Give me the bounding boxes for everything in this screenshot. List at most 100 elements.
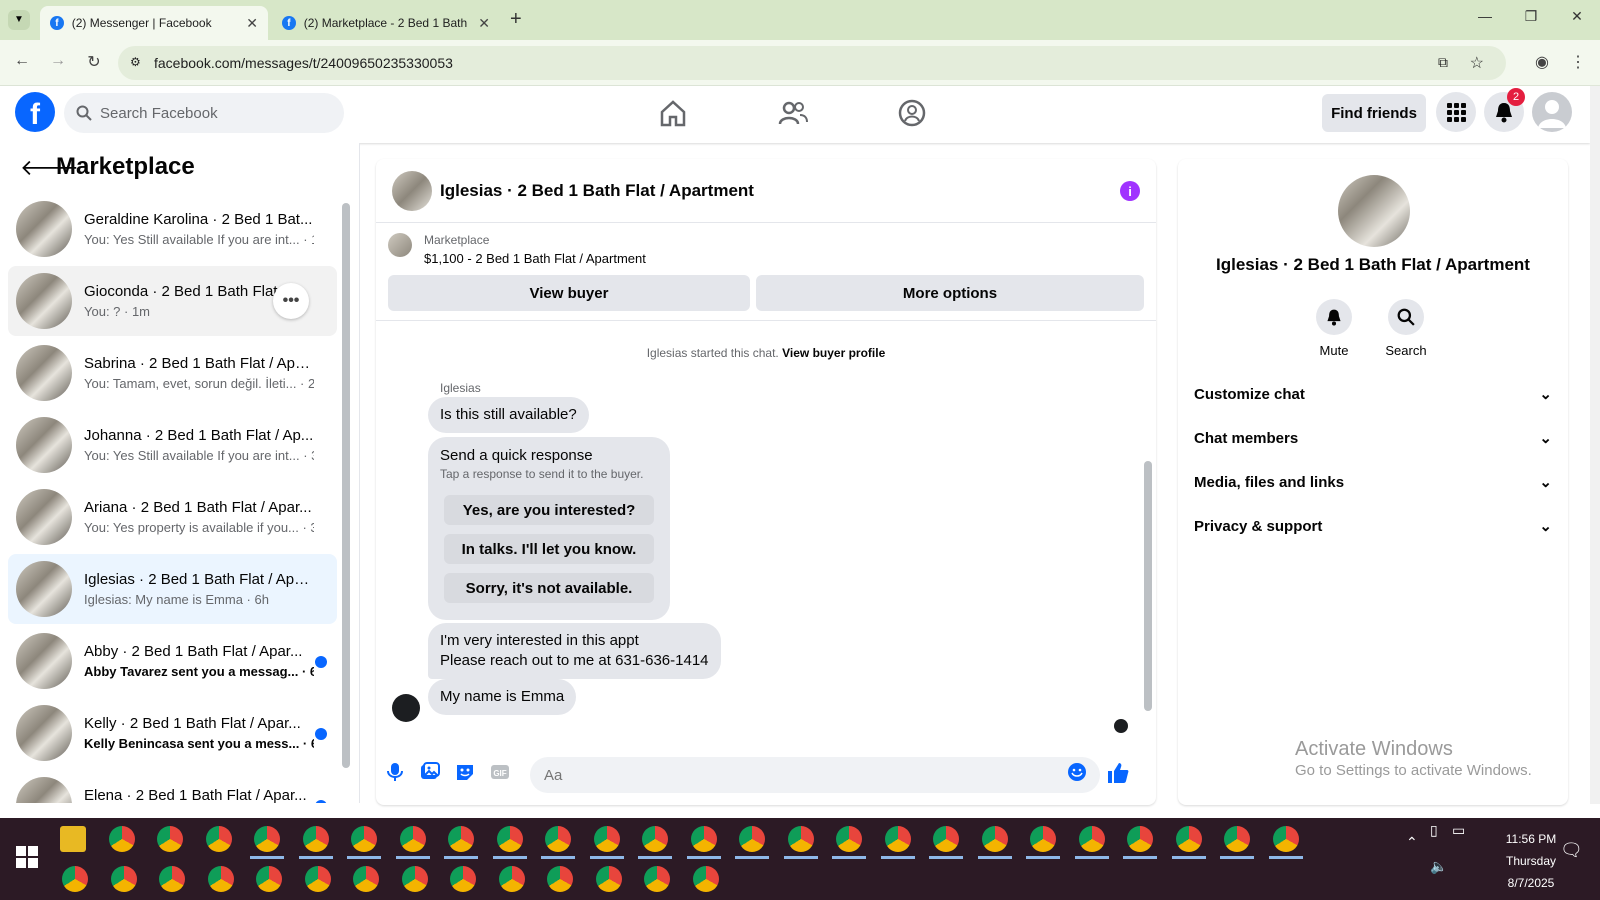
conversation-item[interactable]: Johanna · 2 Bed 1 Bath Flat / Ap... You: …	[8, 410, 337, 480]
view-buyer-button[interactable]: View buyer	[388, 275, 750, 311]
quick-response-yes[interactable]: Yes, are you interested?	[444, 495, 654, 525]
home-icon[interactable]	[658, 98, 688, 128]
chat-title[interactable]: Iglesias · 2 Bed 1 Bath Flat / Apartment	[440, 181, 754, 201]
chrome-window-icon[interactable]	[110, 866, 137, 892]
chrome-window-icon[interactable]	[884, 826, 911, 852]
view-buyer-profile-link[interactable]: View buyer profile	[782, 346, 885, 360]
network-icon[interactable]: ▭	[1452, 822, 1465, 839]
quick-response-in-talks[interactable]: In talks. I'll let you know.	[444, 534, 654, 564]
chrome-window-icon[interactable]	[207, 866, 234, 892]
profile-icon[interactable]: ◉	[1530, 52, 1554, 72]
chrome-window-icon[interactable]	[981, 826, 1008, 852]
chat-scrollbar[interactable]	[1144, 461, 1152, 711]
menu-dots-icon[interactable]: ⋮	[1566, 52, 1590, 72]
listing-thumbnail[interactable]	[388, 233, 412, 257]
minimize-icon[interactable]: —	[1470, 8, 1500, 24]
chrome-window-icon[interactable]	[351, 826, 377, 852]
more-options-button[interactable]: More options	[756, 275, 1144, 311]
chrome-window-icon[interactable]	[1127, 826, 1153, 852]
search-action[interactable]: Search	[1376, 299, 1436, 358]
notification-center-icon[interactable]: 🗨	[1560, 840, 1583, 861]
chrome-window-icon[interactable]	[496, 826, 523, 852]
chat-members-section[interactable]: Chat members ⌄	[1194, 416, 1552, 460]
chrome-window-icon[interactable]	[644, 866, 670, 892]
restore-icon[interactable]: ❐	[1516, 8, 1546, 25]
conversation-item[interactable]: Gioconda · 2 Bed 1 Bath Flat / ... You: ?…	[8, 266, 337, 336]
conversation-item[interactable]: Sabrina · 2 Bed 1 Bath Flat / Apa... You:…	[8, 338, 337, 408]
chrome-window-icon[interactable]	[739, 826, 765, 852]
chrome-window-icon[interactable]	[450, 866, 476, 892]
chrome-window-icon[interactable]	[595, 866, 622, 892]
chrome-window-icon[interactable]	[62, 866, 88, 892]
menu-grid-button[interactable]	[1436, 92, 1476, 132]
conversation-item[interactable]: Elena · 2 Bed 1 Bath Flat / Apar...Elena…	[8, 770, 337, 803]
chrome-window-icon[interactable]	[933, 826, 959, 852]
media-files-links-section[interactable]: Media, files and links ⌄	[1194, 460, 1552, 504]
chrome-window-icon[interactable]	[256, 866, 282, 892]
chrome-window-icon[interactable]	[498, 866, 525, 892]
mute-action[interactable]: Mute	[1304, 299, 1364, 358]
quick-response-not-available[interactable]: Sorry, it's not available.	[444, 573, 654, 603]
forward-icon[interactable]: →	[46, 52, 70, 70]
conversation-item[interactable]: Ariana · 2 Bed 1 Bath Flat / Apar... You:…	[8, 482, 337, 552]
chrome-window-icon[interactable]	[1030, 826, 1056, 852]
windows-start-icon[interactable]	[16, 846, 38, 868]
page-scrollbar[interactable]	[1590, 86, 1600, 804]
conversation-item[interactable]: Iglesias · 2 Bed 1 Bath Flat / Apa... Igl…	[8, 554, 337, 624]
listing-price[interactable]: $1,100 - 2 Bed 1 Bath Flat / Apartment	[424, 251, 646, 266]
conversation-item[interactable]: Kelly · 2 Bed 1 Bath Flat / Apar... Kelly…	[8, 698, 337, 768]
tab-messenger[interactable]: f (2) Messenger | Facebook ✕	[40, 6, 268, 40]
volume-icon[interactable]: 🔈	[1430, 858, 1447, 875]
reload-icon[interactable]: ↻	[82, 52, 106, 72]
url-field[interactable]: ⚙ facebook.com/messages/t/24009650235330…	[118, 46, 1506, 80]
conversation-item[interactable]: Geraldine Karolina · 2 Bed 1 Bat... You: …	[8, 194, 337, 264]
close-tab-icon[interactable]: ✕	[478, 15, 490, 32]
close-tab-icon[interactable]: ✕	[246, 15, 258, 32]
customize-chat-section[interactable]: Customize chat ⌄	[1194, 372, 1552, 416]
like-thumb-icon[interactable]	[1106, 761, 1130, 785]
chat-avatar[interactable]	[392, 171, 432, 211]
privacy-support-section[interactable]: Privacy & support ⌄	[1194, 504, 1552, 548]
tab-search-icon[interactable]: ▼	[8, 10, 30, 30]
chrome-window-icon[interactable]	[547, 866, 573, 892]
chrome-window-icon[interactable]	[593, 826, 620, 852]
more-options-button[interactable]: •••	[273, 283, 309, 319]
chrome-window-icon[interactable]	[304, 866, 331, 892]
search-facebook-input[interactable]: Search Facebook	[64, 93, 344, 133]
microphone-icon[interactable]	[384, 761, 406, 783]
account-avatar[interactable]	[1532, 92, 1572, 132]
groups-icon[interactable]	[897, 98, 927, 128]
chrome-window-icon[interactable]	[692, 866, 719, 892]
chrome-window-icon[interactable]	[836, 826, 862, 852]
back-icon[interactable]: ←	[10, 52, 34, 70]
chrome-window-icon[interactable]	[157, 826, 183, 852]
system-clock[interactable]: 11:56 PM Thursday 8/7/2025	[1476, 828, 1586, 894]
sidebar-scrollbar[interactable]	[342, 203, 350, 768]
gif-icon[interactable]: GIF	[489, 761, 511, 783]
sticker-icon[interactable]	[454, 761, 476, 783]
chrome-window-icon[interactable]	[1175, 826, 1202, 852]
site-info-icon[interactable]: ⚙	[130, 55, 141, 69]
chrome-window-icon[interactable]	[1078, 826, 1105, 852]
chrome-window-icon[interactable]	[159, 866, 185, 892]
find-friends-button[interactable]: Find friends	[1322, 94, 1426, 132]
friends-icon[interactable]	[778, 98, 808, 128]
chrome-window-icon[interactable]	[399, 826, 426, 852]
conversation-item[interactable]: Abby · 2 Bed 1 Bath Flat / Apar... Abby T…	[8, 626, 337, 696]
chrome-window-icon[interactable]	[254, 826, 280, 852]
chrome-window-icon[interactable]	[448, 826, 474, 852]
new-tab-icon[interactable]: +	[510, 8, 522, 31]
chrome-window-icon[interactable]	[642, 826, 668, 852]
facebook-logo-icon[interactable]: f	[15, 92, 55, 132]
tab-marketplace[interactable]: f (2) Marketplace - 2 Bed 1 Bath F ✕	[272, 6, 500, 40]
show-hidden-icons-chevron[interactable]: ⌃	[1406, 834, 1418, 851]
sender-avatar[interactable]	[392, 694, 420, 722]
chrome-window-icon[interactable]	[108, 826, 135, 852]
bookmark-star-icon[interactable]: ☆	[1470, 53, 1484, 73]
chrome-window-icon[interactable]	[205, 826, 232, 852]
install-icon[interactable]: ⧉	[1438, 54, 1448, 71]
chrome-window-icon[interactable]	[401, 866, 428, 892]
message-input[interactable]	[530, 757, 1100, 793]
file-explorer-icon[interactable]	[60, 826, 86, 852]
chrome-window-icon[interactable]	[545, 826, 571, 852]
